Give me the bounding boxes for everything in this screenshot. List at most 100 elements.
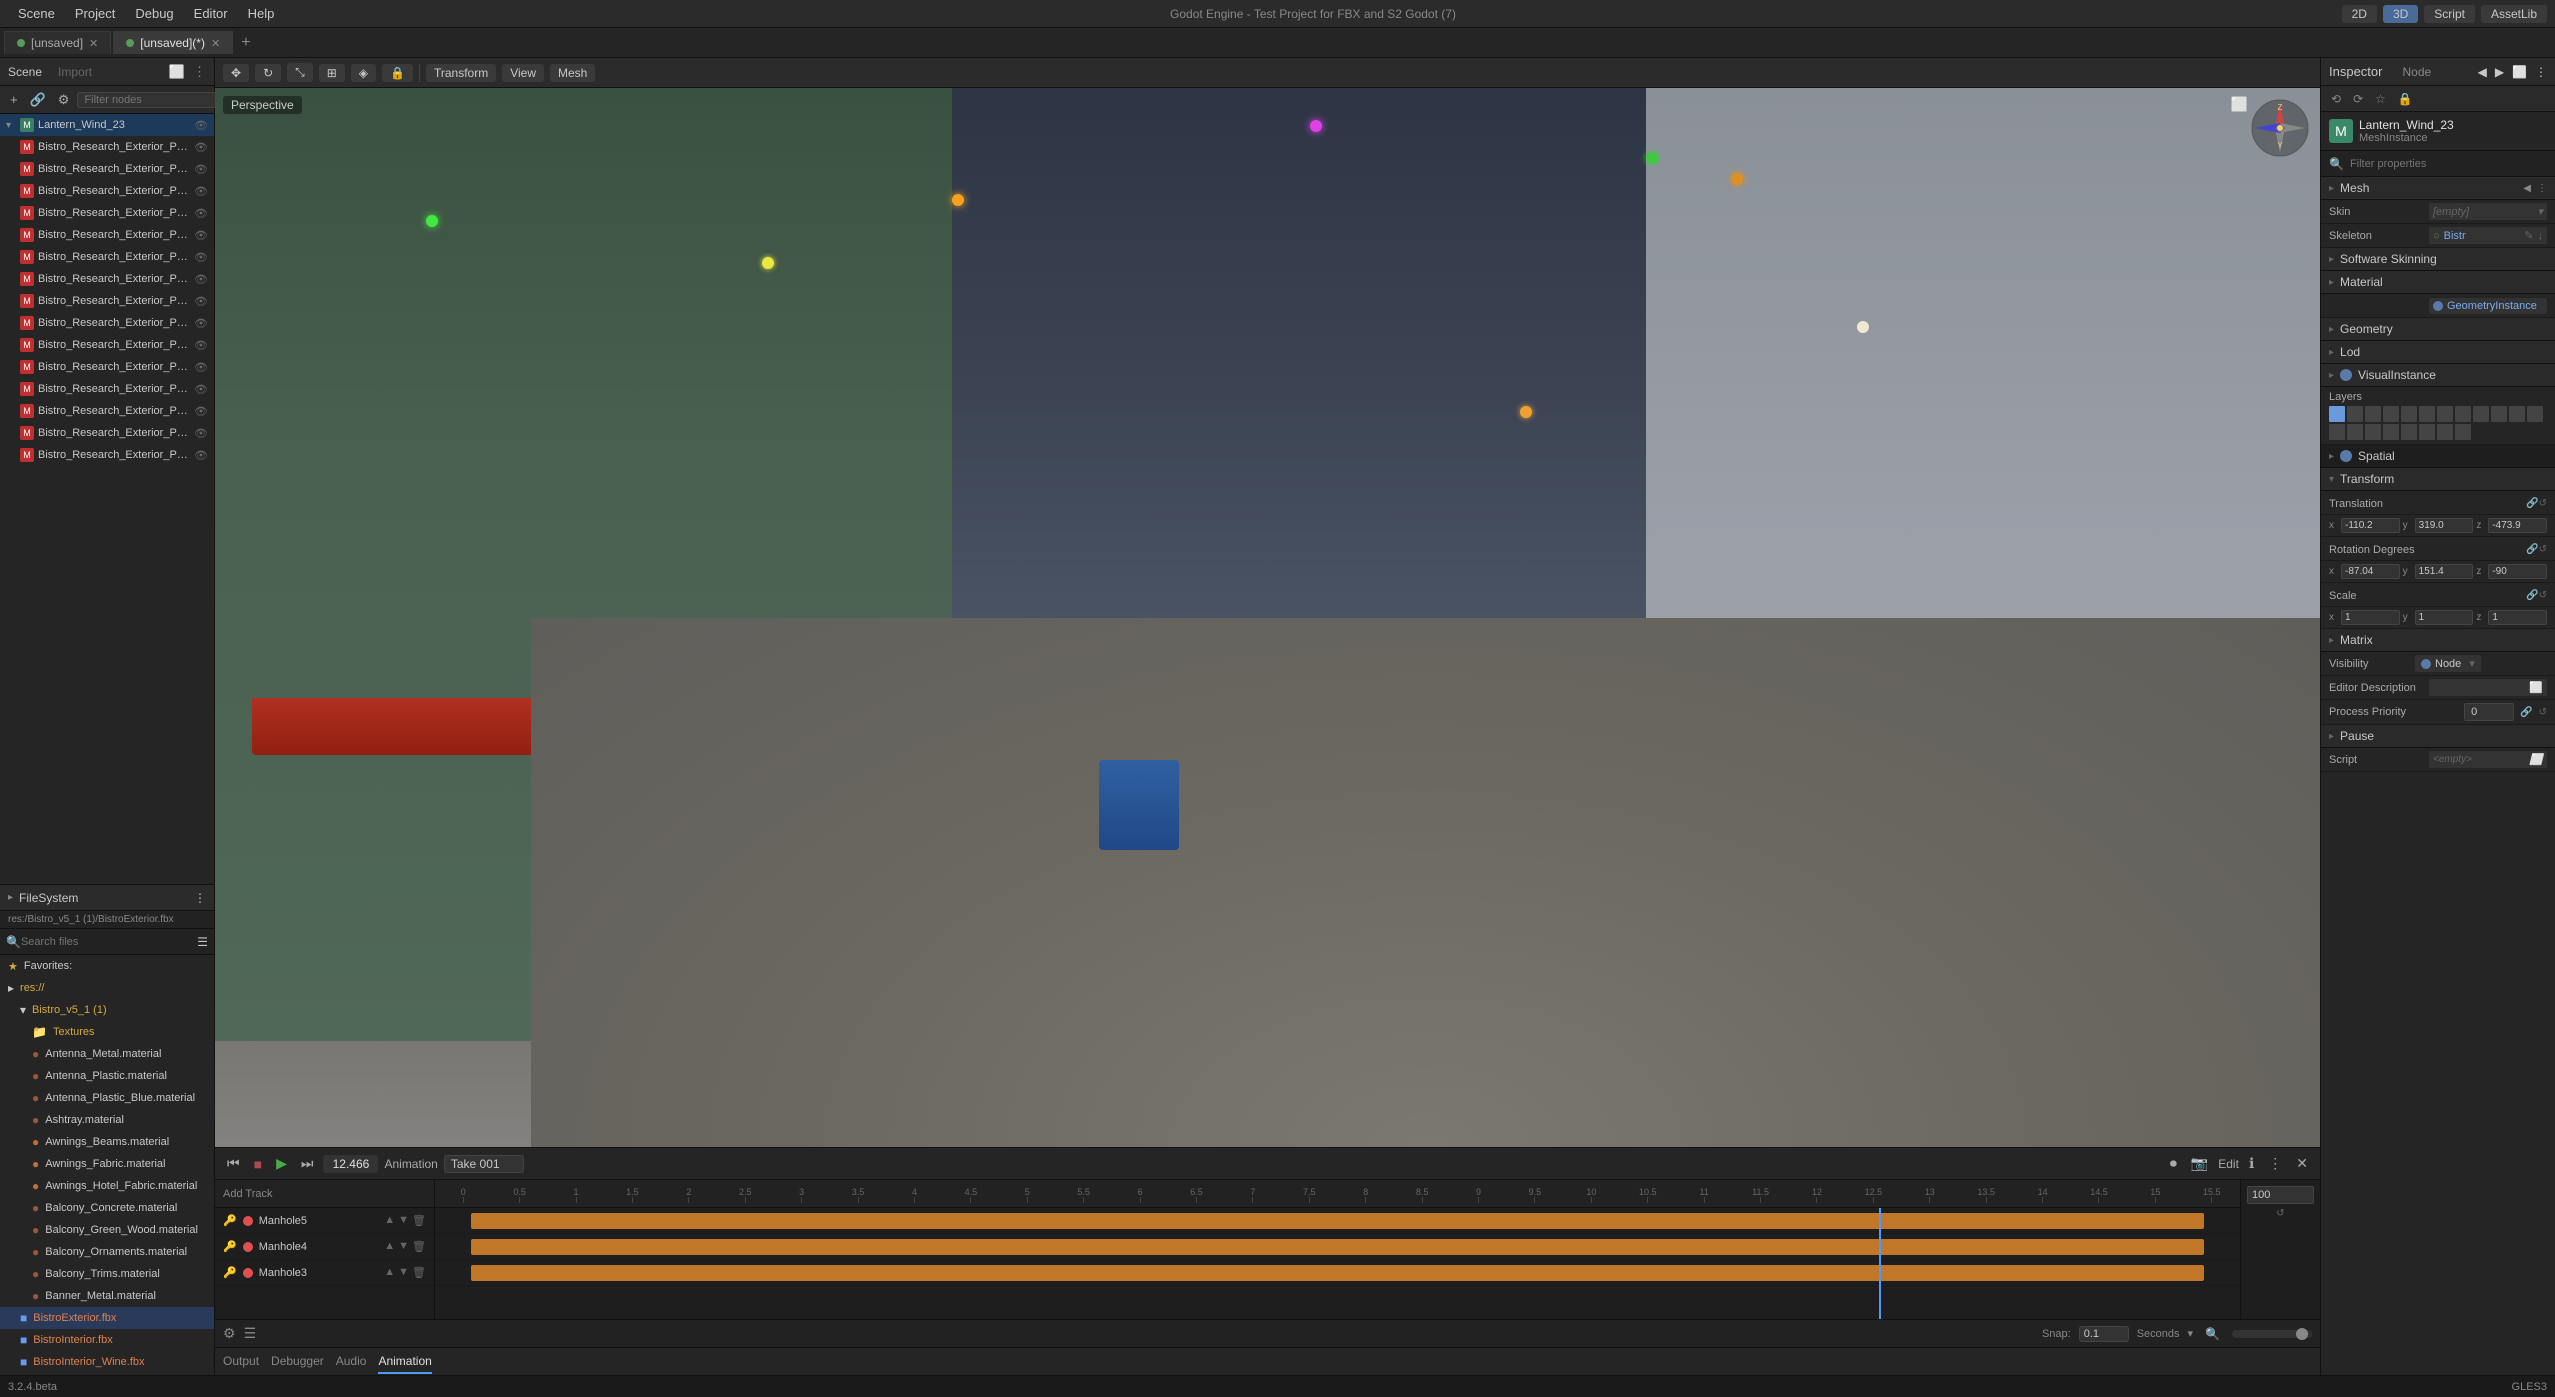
insp-bookmark-btn[interactable]: ☆ [2371,90,2390,108]
anim-info-btn[interactable]: ℹ [2245,1153,2258,1174]
inspector-dots-icon[interactable]: ⋮ [2535,65,2547,79]
layer-12[interactable] [2527,406,2543,422]
transform-section[interactable]: ▾ Transform [2321,468,2555,491]
tree-node-4[interactable]: M Bistro_Research_Exterior_Paris_Buil 👁 [0,202,214,224]
layer-13[interactable] [2329,424,2345,440]
translation-link-icon[interactable]: 🔗 [2526,498,2538,509]
tab-animation[interactable]: Animation [378,1350,431,1374]
seconds-dropdown-arrow[interactable]: ▾ [2188,1327,2194,1340]
insp-forward-btn[interactable]: ⟳ [2349,90,2367,108]
rotation-z-input[interactable] [2488,564,2547,579]
scale-x-input[interactable] [2341,610,2400,625]
anim-next-btn[interactable]: ⏭ [297,1153,318,1174]
tree-node-5[interactable]: M Bistro_Research_Exterior_Paris_Buil 👁 [0,224,214,246]
visibility-dropdown[interactable]: Node ▾ [2415,655,2481,672]
software-skinning-section[interactable]: ▸ Software Skinning [2321,248,2555,271]
inspector-maximize-icon[interactable]: ⬜ [2512,65,2527,79]
tree-node-6[interactable]: M Bistro_Research_Exterior_Paris_Buil 👁 [0,246,214,268]
viewport-maximize-btn[interactable]: ⬜ [2231,96,2248,113]
layer-3[interactable] [2365,406,2381,422]
skeleton-value[interactable]: ○ Bistr ✎ ↓ [2429,227,2547,244]
fs-awnings-hotel[interactable]: ● Awnings_Hotel_Fabric.material [0,1175,214,1197]
filter-icon[interactable]: ⚙ [54,90,74,110]
tab-output[interactable]: Output [223,1350,259,1374]
anim-end-time-input[interactable] [2247,1186,2314,1204]
layer-19[interactable] [2437,424,2453,440]
layer-17[interactable] [2401,424,2417,440]
layer-20[interactable] [2455,424,2471,440]
filter-nodes-input[interactable] [77,92,233,108]
inspector-prev-icon[interactable]: ◀ [2478,65,2487,79]
geometry-section[interactable]: ▸ Geometry [2321,318,2555,341]
mesh-btn[interactable]: Mesh [550,64,595,82]
fs-res-root[interactable]: ▸ res:// [0,977,214,999]
track-manhole5[interactable]: 🔑 Manhole5 ▲ ▼ 🗑 [215,1208,434,1234]
anim-record-btn[interactable]: ⏺ [2166,1153,2181,1174]
fs-ashtray[interactable]: ● Ashtray.material [0,1109,214,1131]
fs-search-input[interactable] [21,936,197,948]
scale-link-icon[interactable]: 🔗 [2526,590,2538,601]
anim-close-btn[interactable]: ✕ [2292,1153,2312,1174]
viewport-move-icon[interactable]: ✥ [223,64,249,82]
timeline-zoom-icon[interactable]: 🔍 [2201,1327,2224,1341]
layer-5[interactable] [2401,406,2417,422]
animation-time[interactable]: 12.466 [323,1155,378,1173]
tab-debugger[interactable]: Debugger [271,1350,324,1374]
tree-root-node[interactable]: ▾ M Lantern_Wind_23 👁 [0,114,214,136]
rotation-link-icon[interactable]: 🔗 [2526,544,2538,555]
tab-close-2[interactable]: ✕ [211,37,220,50]
layer-10[interactable] [2491,406,2507,422]
track-delete-2[interactable]: 🗑 [412,1240,426,1253]
menu-scene[interactable]: Scene [8,4,65,23]
fs-antenna-plastic[interactable]: ● Antenna_Plastic.material [0,1065,214,1087]
material-value[interactable]: GeometryInstance [2429,298,2547,314]
tree-node-1[interactable]: M Bistro_Research_Exterior_Paris_Buil 👁 [0,136,214,158]
spatial-section[interactable]: ▸ Spatial [2321,445,2555,468]
viewport-rotate-icon[interactable]: ↻ [255,64,281,82]
matrix-section[interactable]: ▸ Matrix [2321,629,2555,652]
pause-section[interactable]: ▸ Pause [2321,725,2555,748]
menu-debug[interactable]: Debug [125,4,183,23]
layer-16[interactable] [2383,424,2399,440]
snap-value-input[interactable] [2079,1326,2129,1342]
layer-6[interactable] [2419,406,2435,422]
skin-value[interactable]: [empty] ▾ [2429,203,2547,220]
anim-stop-btn[interactable]: ■ [250,1154,266,1174]
filesystem-header[interactable]: ▸ FileSystem ⋮ [0,885,214,911]
mode-script[interactable]: Script [2424,5,2475,23]
layer-11[interactable] [2509,406,2525,422]
viewport-local-icon[interactable]: ◈ [351,64,376,82]
scale-z-input[interactable] [2488,610,2547,625]
fs-textures[interactable]: 📁 Textures [0,1021,214,1043]
anim-camera-btn[interactable]: 📷 [2187,1153,2212,1174]
fs-bistrowinefbx[interactable]: ■ BistroInterior_Wine.fbx [0,1351,214,1373]
fs-bistroint-fbx[interactable]: ■ BistroInterior.fbx [0,1329,214,1351]
anim-options-icon[interactable]: ☰ [244,1325,257,1342]
track-down-2[interactable]: ▼ [398,1240,409,1253]
node-tab[interactable]: Node [2402,65,2431,79]
tree-node-15[interactable]: M Bistro_Research_Exterior_Paris_Buil 👁 [0,444,214,466]
mode-assetlib[interactable]: AssetLib [2481,5,2547,23]
viewport-scale-icon[interactable]: ⤡ [287,63,313,82]
tree-node-14[interactable]: M Bistro_Research_Exterior_Paris_Buil 👁 [0,422,214,444]
layer-18[interactable] [2419,424,2435,440]
view-btn[interactable]: View [502,64,544,82]
material-section[interactable]: ▸ Material [2321,271,2555,294]
rotation-reset-icon[interactable]: ↺ [2539,544,2547,555]
layer-1[interactable] [2329,406,2345,422]
track-delete-3[interactable]: 🗑 [412,1266,426,1279]
tree-node-12[interactable]: M Bistro_Research_Exterior_Paris_Buil 👁 [0,378,214,400]
script-value[interactable]: <empty> ⬜ [2429,751,2547,768]
anim-prev-btn[interactable]: ⏮ [223,1153,244,1174]
layer-2[interactable] [2347,406,2363,422]
track-manhole3[interactable]: 🔑 Manhole3 ▲ ▼ 🗑 [215,1260,434,1286]
track-down-3[interactable]: ▼ [398,1266,409,1279]
panel-dots-icon[interactable]: ⋮ [193,64,206,80]
translation-x-input[interactable] [2341,518,2400,533]
track-delete-1[interactable]: 🗑 [412,1214,426,1227]
track-manhole4[interactable]: 🔑 Manhole4 ▲ ▼ 🗑 [215,1234,434,1260]
mode-2d[interactable]: 2D [2342,5,2377,23]
fs-options-icon[interactable]: ☰ [197,935,208,949]
add-track-header[interactable]: Add Track [215,1180,434,1208]
translation-reset-icon[interactable]: ↺ [2539,498,2547,509]
